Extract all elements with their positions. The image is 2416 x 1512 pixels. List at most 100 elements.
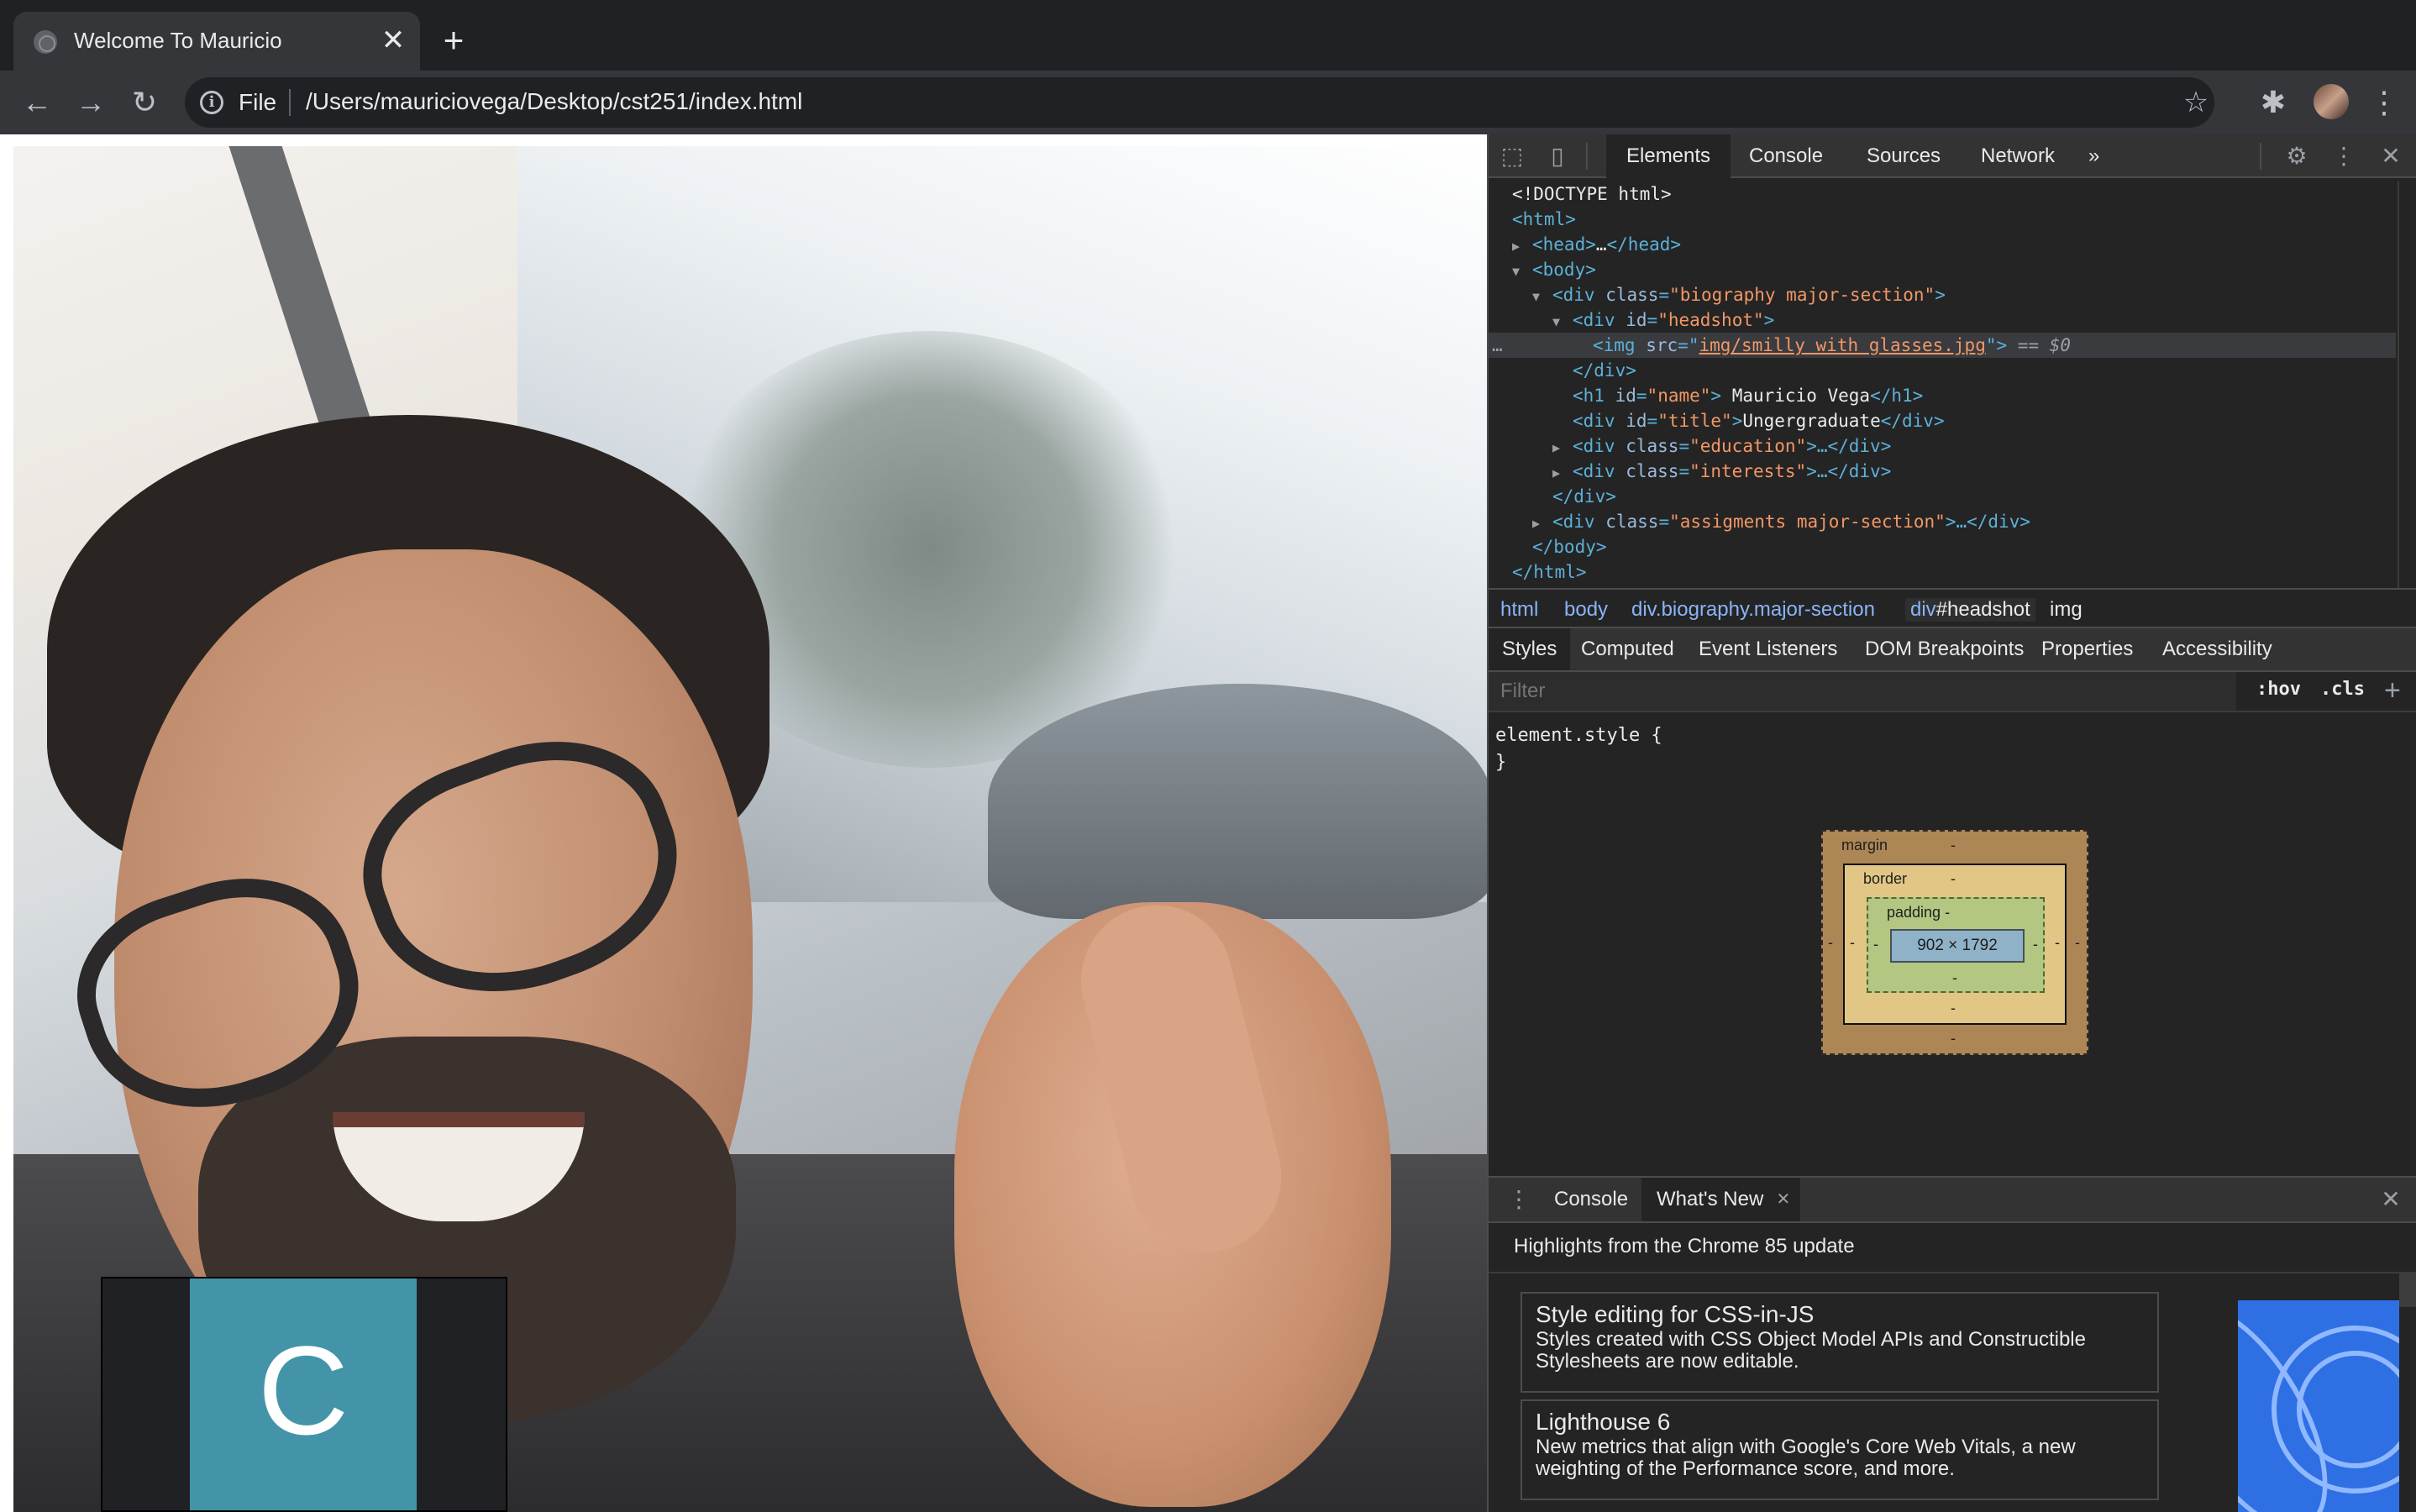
box-model-content-size[interactable]: 902 × 1792 [1890, 929, 2025, 963]
photo-car [988, 684, 1487, 919]
extensions-puzzle-icon[interactable]: ✱ [2253, 82, 2293, 123]
dom-line[interactable]: <div id="title">Ungergraduate</div> [1573, 408, 1945, 433]
breadcrumb-html[interactable]: html [1500, 598, 1538, 622]
breadcrumb-img[interactable]: img [2050, 598, 2082, 622]
dom-line[interactable]: <html> [1512, 207, 1576, 232]
browser-tab[interactable]: Welcome To Mauricio ✕ [13, 12, 420, 71]
browser-toolbar: ← → ↻ i File /Users/mauriciovega/Desktop… [0, 71, 2416, 134]
breadcrumb-body[interactable]: body [1564, 598, 1608, 622]
styles-filter-row: :hov .cls + [1489, 672, 2416, 712]
drawer-tab-whats-new[interactable]: What's New ✕ [1641, 1178, 1801, 1221]
margin-label: margin [1841, 837, 1888, 853]
forward-arrow-icon[interactable]: → [71, 82, 111, 123]
dom-line[interactable]: ▼ <div class="biography major-section"> [1532, 282, 1946, 307]
dom-line-selected[interactable]: … <img src="img/smilly with glasses.jpg">… [1489, 333, 2396, 358]
device-toolbar-icon[interactable]: ▯ [1544, 143, 1571, 170]
dom-line[interactable]: </body> [1532, 534, 1607, 559]
class-toggle[interactable]: .cls [2320, 679, 2365, 700]
new-tab-button[interactable]: + [435, 22, 472, 59]
dom-line-more-icon[interactable]: … [1489, 333, 1593, 358]
hover-state-toggle[interactable]: :hov [2256, 679, 2301, 700]
tab-console[interactable]: Console [1729, 134, 1843, 178]
box-model-padding[interactable]: padding - - - - 902 × 1792 [1867, 897, 2045, 993]
margin-top-value[interactable]: - [1951, 837, 1956, 854]
more-tabs-icon[interactable]: » [2068, 134, 2119, 178]
box-model-border[interactable]: border - - - - padding - - - - 902 × 179… [1843, 864, 2067, 1025]
expand-triangle-icon[interactable]: ▶ [1532, 511, 1552, 536]
dom-line[interactable]: </div> [1573, 358, 1636, 383]
info-icon[interactable]: i [200, 91, 223, 114]
expand-triangle-icon[interactable]: ▶ [1552, 460, 1573, 486]
dom-line[interactable]: </html> [1512, 559, 1587, 585]
border-bottom-value[interactable]: - [1951, 1000, 1956, 1017]
collapse-triangle-icon[interactable]: ▼ [1552, 309, 1573, 334]
element-style-rule[interactable]: element.style { } [1495, 722, 1662, 776]
new-style-rule-button[interactable]: + [2384, 675, 2401, 706]
margin-left-value[interactable]: - [1828, 934, 1833, 952]
border-left-value[interactable]: - [1850, 934, 1855, 952]
tab-event-listeners[interactable]: Event Listeners [1685, 628, 1851, 670]
inspect-element-icon[interactable]: ⬚ [1499, 143, 1526, 170]
participant-initial: C [257, 1320, 349, 1461]
padding-left-value[interactable]: - [1873, 936, 1878, 953]
whats-new-header: Highlights from the Chrome 85 update [1489, 1223, 2416, 1273]
margin-right-value[interactable]: - [2075, 934, 2080, 952]
border-right-value[interactable]: - [2055, 934, 2060, 952]
styles-filter-input[interactable] [1489, 672, 2236, 711]
browser-menu-icon[interactable]: ⋮ [2364, 82, 2404, 123]
rule-selector[interactable]: element.style { [1495, 722, 1662, 749]
drawer-scrollbar[interactable] [2399, 1273, 2416, 1307]
tab-styles[interactable]: Styles [1489, 628, 1571, 670]
bookmark-star-icon[interactable]: ☆ [2179, 86, 2213, 119]
back-arrow-icon[interactable]: ← [17, 82, 57, 123]
expand-triangle-icon[interactable]: ▶ [1552, 435, 1573, 460]
dom-tree-scrollbar[interactable] [2398, 181, 2416, 588]
drawer-menu-icon[interactable]: ⋮ [1505, 1186, 1532, 1213]
dom-line[interactable]: <h1 id="name"> Mauricio Vega</h1> [1573, 383, 1923, 408]
padding-bottom-value[interactable]: - [1952, 969, 1957, 987]
tab-computed[interactable]: Computed [1568, 628, 1688, 670]
breadcrumb-div-headshot[interactable]: div#headshot [1905, 598, 2035, 622]
participant-avatar: C [190, 1278, 417, 1510]
collapse-triangle-icon[interactable]: ▼ [1512, 259, 1532, 284]
tab-dom-breakpoints[interactable]: DOM Breakpoints [1851, 628, 2037, 670]
dom-line[interactable]: <!DOCTYPE html> [1512, 181, 1672, 207]
tab-properties[interactable]: Properties [2028, 628, 2146, 670]
close-tab-icon[interactable]: ✕ [1777, 1178, 1791, 1221]
padding-label: padding - [1887, 904, 1951, 921]
tab-strip: Welcome To Mauricio ✕ + [0, 0, 2416, 71]
devtools-menu-icon[interactable]: ⋮ [2330, 143, 2357, 170]
news-card[interactable]: Lighthouse 6 New metrics that align with… [1521, 1399, 2159, 1500]
tab-network[interactable]: Network [1961, 134, 2075, 178]
news-card[interactable]: Style editing for CSS-in-JS Styles creat… [1521, 1292, 2159, 1393]
expand-triangle-icon[interactable]: ▶ [1512, 234, 1532, 259]
news-card-title: Lighthouse 6 [1536, 1409, 1671, 1435]
breadcrumb-div-biography[interactable]: div.biography.major-section [1631, 598, 1875, 622]
drawer-tab-console[interactable]: Console [1539, 1178, 1643, 1221]
tab-accessibility[interactable]: Accessibility [2149, 628, 2286, 670]
address-bar[interactable]: i File /Users/mauriciovega/Desktop/cst25… [185, 77, 2214, 128]
dom-line[interactable]: </div> [1552, 484, 1616, 509]
dom-line[interactable]: ▼ <div id="headshot"> [1552, 307, 1774, 333]
dom-line[interactable]: ▶ <head>…</head> [1512, 232, 1681, 257]
settings-gear-icon[interactable]: ⚙ [2283, 143, 2310, 170]
dom-line[interactable]: ▶ <div class="education">…</div> [1552, 433, 1891, 459]
tab-close-icon[interactable]: ✕ [376, 24, 410, 57]
page-viewport: C [0, 134, 1487, 1512]
dom-line[interactable]: ▶ <div class="assigments major-section">…… [1532, 509, 2030, 534]
margin-bottom-value[interactable]: - [1951, 1030, 1956, 1047]
tab-elements[interactable]: Elements [1606, 134, 1731, 178]
reload-icon[interactable]: ↻ [124, 82, 165, 123]
padding-right-value[interactable]: - [2033, 936, 2038, 953]
video-call-tile[interactable]: C [101, 1277, 507, 1512]
box-model-margin[interactable]: margin - - - - border - - - - padding - … [1821, 830, 2088, 1055]
profile-avatar[interactable] [2314, 84, 2349, 119]
collapse-triangle-icon[interactable]: ▼ [1532, 284, 1552, 309]
close-devtools-icon[interactable]: ✕ [2377, 143, 2404, 170]
url-text[interactable]: /Users/mauriciovega/Desktop/cst251/index… [306, 88, 802, 115]
dom-line[interactable]: ▶ <div class="interests">…</div> [1552, 459, 1891, 484]
tab-sources[interactable]: Sources [1846, 134, 1961, 178]
dom-line[interactable]: ▼ <body> [1512, 257, 1596, 282]
border-top-value[interactable]: - [1951, 870, 1956, 888]
close-drawer-icon[interactable]: ✕ [2377, 1186, 2404, 1213]
